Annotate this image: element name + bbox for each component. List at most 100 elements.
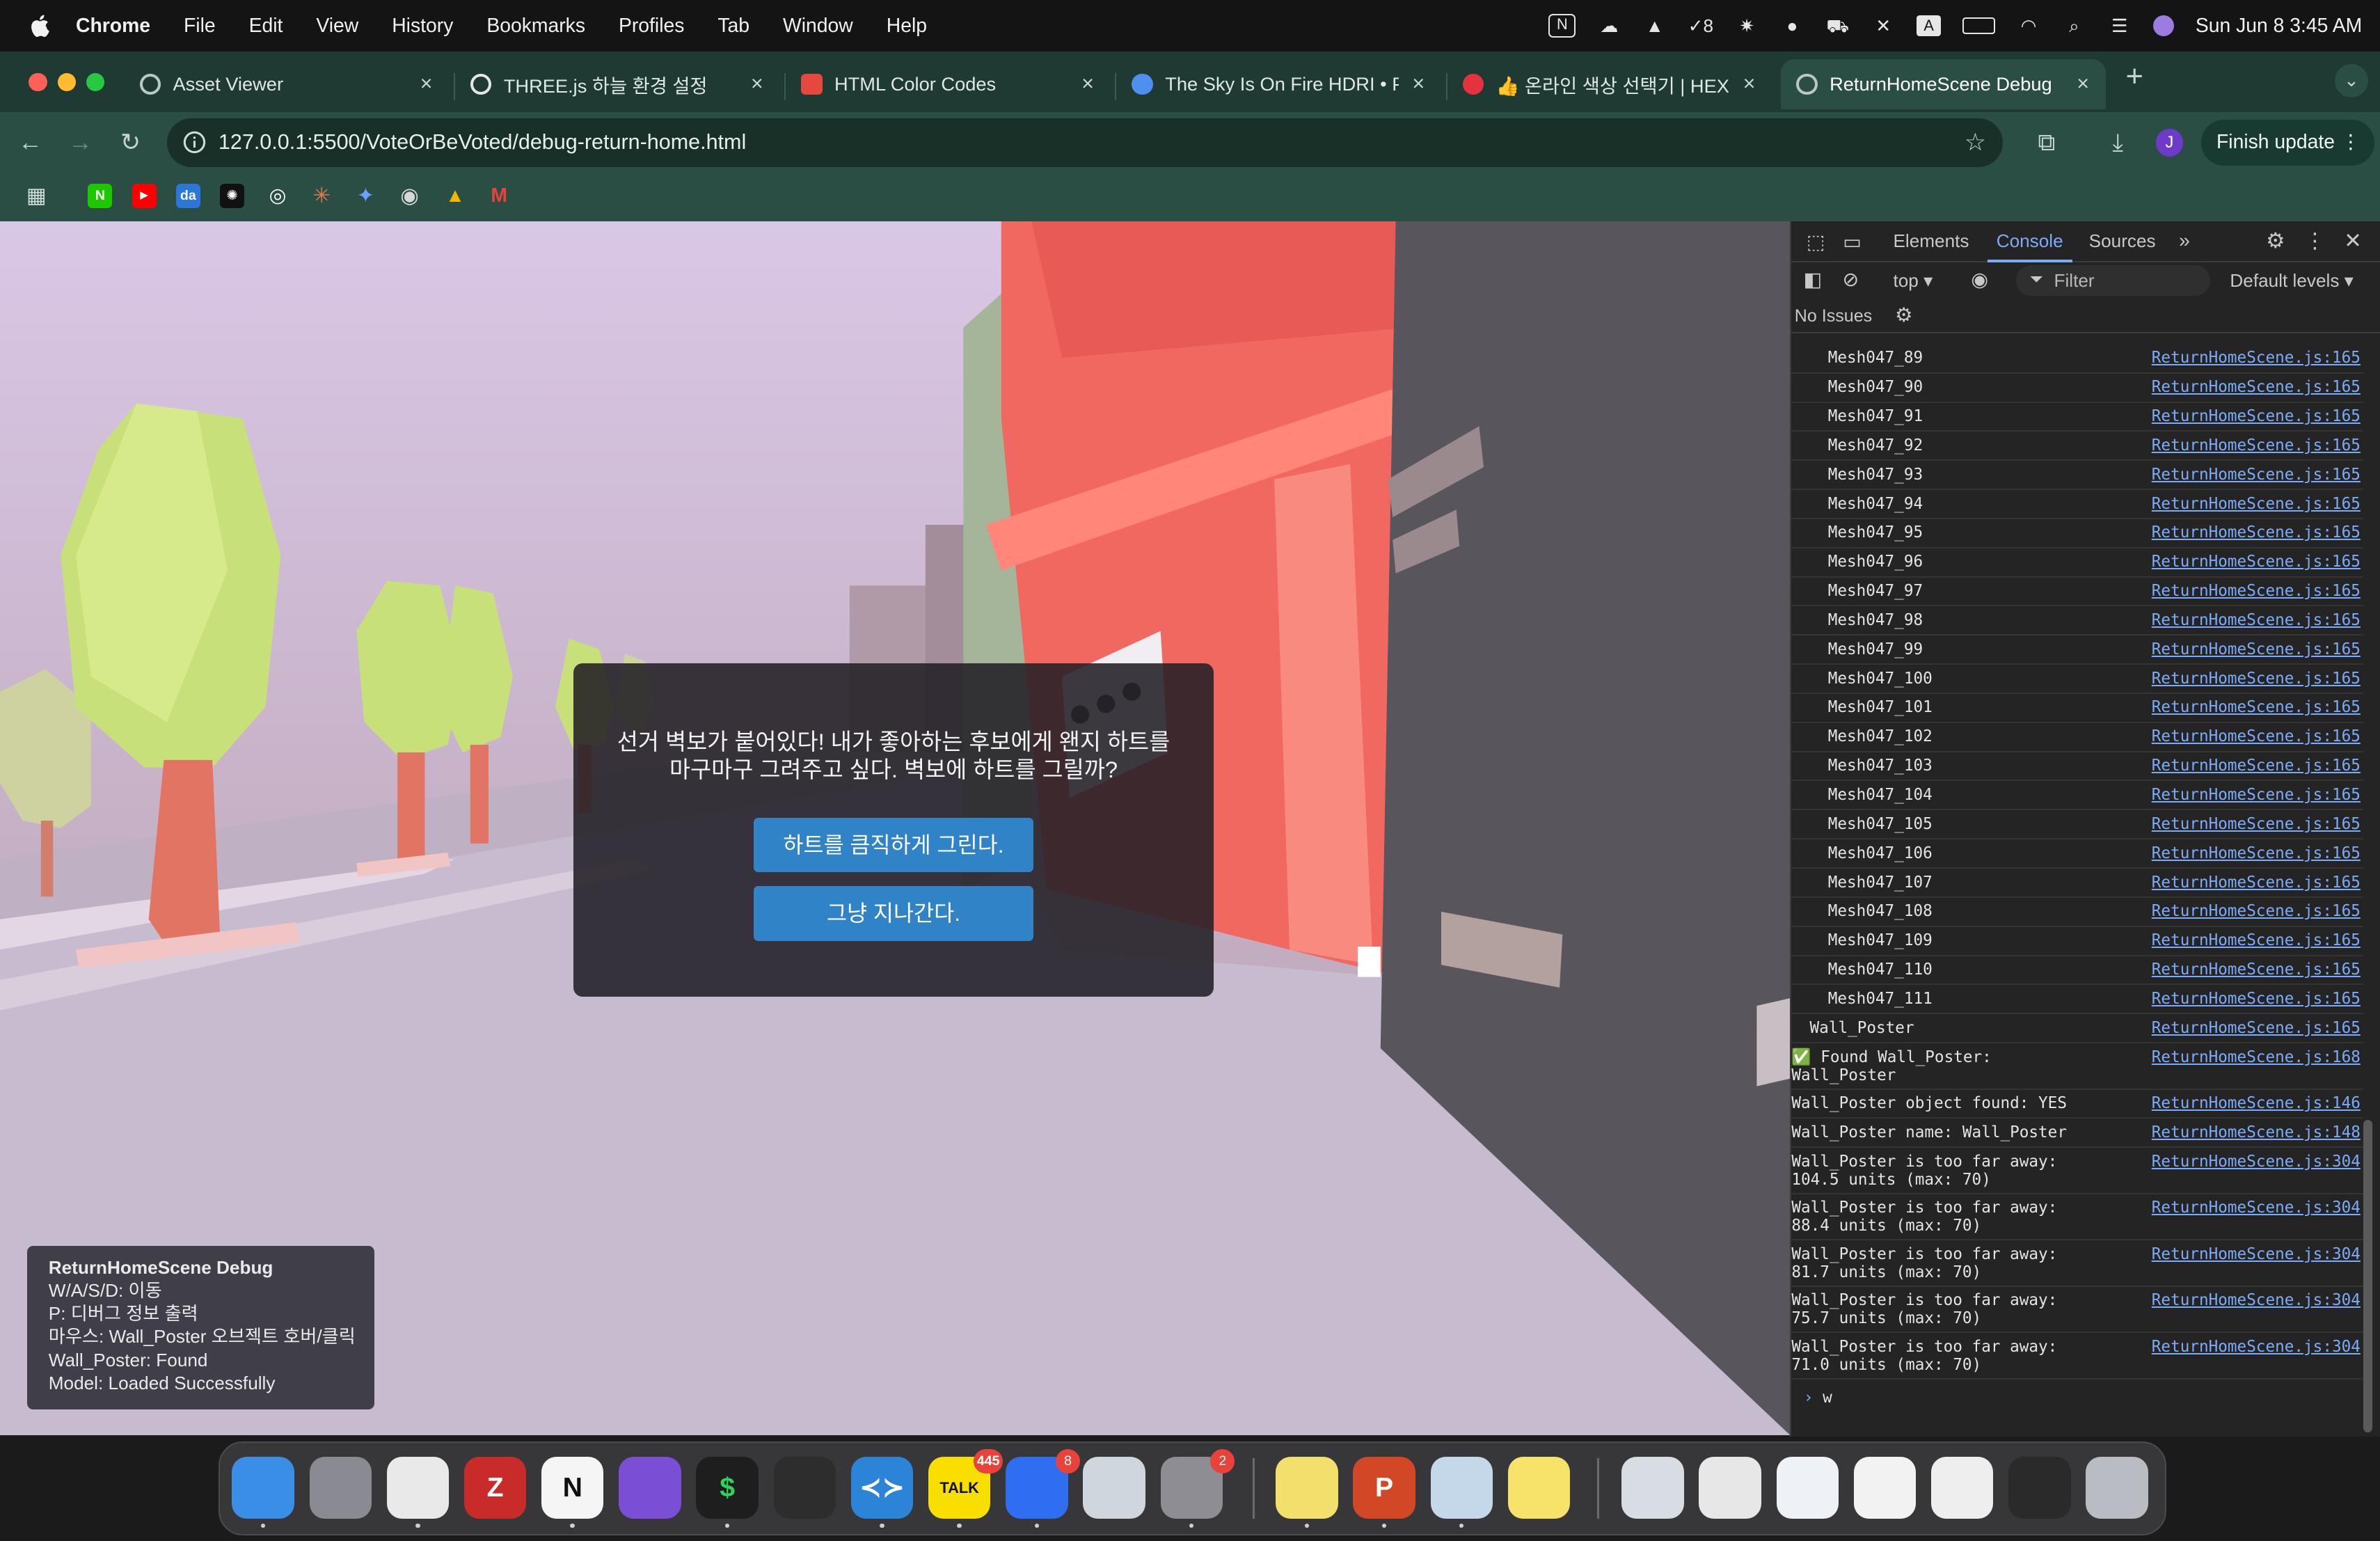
close-tab-icon[interactable]: × bbox=[415, 72, 437, 96]
new-tab-icon[interactable]: + bbox=[2119, 62, 2150, 93]
menu-bookmarks[interactable]: Bookmarks bbox=[486, 15, 585, 38]
pin-icon[interactable]: ✷ bbox=[1735, 15, 1759, 37]
console-source-link[interactable]: ReturnHomeScene.js:165 bbox=[2152, 582, 2361, 600]
system-settings-dock-icon[interactable]: 2 bbox=[1160, 1448, 1235, 1519]
menu-file[interactable]: File bbox=[184, 15, 216, 38]
spotlight-icon[interactable]: ⌕ bbox=[2062, 15, 2086, 37]
menu-window[interactable]: Window bbox=[783, 15, 853, 38]
close-tab-icon[interactable]: × bbox=[1408, 72, 1429, 96]
bookmark-star-icon[interactable]: ☆ bbox=[1960, 127, 1991, 158]
address-bar[interactable]: 127.0.0.1:5500/VoteOrBeVoted/debug-retur… bbox=[166, 118, 2003, 167]
bookmark-dark-icon[interactable]: ✺ bbox=[220, 183, 244, 208]
notion-dock-icon[interactable]: N bbox=[541, 1456, 604, 1519]
record-icon[interactable]: ● bbox=[1780, 15, 1804, 37]
tab-sources[interactable]: Sources bbox=[2089, 230, 2156, 252]
pass-by-button[interactable]: 그냥 지나간다. bbox=[754, 886, 1033, 941]
ticktick-dock-icon[interactable]: 8 bbox=[1006, 1448, 1080, 1519]
console-source-link[interactable]: ReturnHomeScene.js:165 bbox=[2152, 961, 2361, 979]
notion-tray-icon[interactable]: N bbox=[1548, 13, 1576, 38]
reload-icon[interactable]: ↻ bbox=[116, 127, 146, 158]
console-source-link[interactable]: ReturnHomeScene.js:165 bbox=[2152, 815, 2361, 833]
settings-gear-icon[interactable]: ⚙ bbox=[2260, 226, 2291, 257]
menu-history[interactable]: History bbox=[392, 15, 453, 38]
recent-2-dock-icon[interactable] bbox=[1699, 1456, 1761, 1519]
trash-dock-icon[interactable] bbox=[2086, 1456, 2148, 1519]
sidebar-toggle-icon[interactable]: ◧ bbox=[1798, 265, 1828, 296]
tab-html-color-codes[interactable]: HTML Color Codes × bbox=[786, 59, 1111, 109]
context-selector[interactable]: top ▾ bbox=[1893, 270, 1933, 292]
recent-1-dock-icon[interactable] bbox=[1621, 1456, 1684, 1519]
close-tab-icon[interactable]: × bbox=[1077, 72, 1099, 96]
console-source-link[interactable]: ReturnHomeScene.js:165 bbox=[2152, 844, 2361, 862]
console-source-link[interactable]: ReturnHomeScene.js:165 bbox=[2152, 407, 2361, 425]
console-source-link[interactable]: ReturnHomeScene.js:304 bbox=[2152, 1199, 2361, 1217]
console-source-link[interactable]: ReturnHomeScene.js:165 bbox=[2152, 495, 2361, 513]
vscode-dock-icon[interactable]: ≺≻ bbox=[850, 1456, 914, 1519]
console-source-link[interactable]: ReturnHomeScene.js:165 bbox=[2152, 698, 2361, 716]
obsidian-dock-icon[interactable] bbox=[619, 1456, 681, 1519]
log-levels-dropdown[interactable]: Default levels ▾ bbox=[2230, 270, 2353, 292]
minimize-window-button[interactable] bbox=[57, 72, 76, 91]
forward-icon[interactable]: → bbox=[65, 127, 96, 158]
zoom-window-button[interactable] bbox=[86, 72, 105, 91]
console-source-link[interactable]: ReturnHomeScene.js:165 bbox=[2152, 990, 2361, 1008]
bookmark-naver-icon[interactable]: N bbox=[88, 183, 113, 208]
back-icon[interactable]: ← bbox=[15, 127, 46, 158]
input-source-icon[interactable]: A bbox=[1917, 15, 1942, 37]
powerpoint-dock-icon[interactable]: P bbox=[1353, 1456, 1415, 1519]
menu-help[interactable]: Help bbox=[887, 15, 927, 38]
live-expression-eye-icon[interactable]: ◉ bbox=[1965, 265, 1995, 296]
console-settings-icon[interactable]: ⚙ bbox=[1889, 301, 1919, 331]
apple-icon[interactable] bbox=[27, 12, 54, 39]
inspect-element-icon[interactable]: ⬚ bbox=[1800, 228, 1831, 258]
console-source-link[interactable]: ReturnHomeScene.js:165 bbox=[2152, 874, 2361, 892]
console-source-link[interactable]: ReturnHomeScene.js:165 bbox=[2152, 902, 2361, 920]
menu-chrome[interactable]: Chrome bbox=[76, 15, 150, 38]
recent-4-dock-icon[interactable] bbox=[1853, 1456, 1917, 1519]
menu-edit[interactable]: Edit bbox=[249, 15, 283, 38]
wifi-icon[interactable]: ◠ bbox=[2017, 15, 2041, 37]
finish-update-button[interactable]: Finish update ⋮ bbox=[2201, 120, 2374, 166]
bookmark-dapi-icon[interactable]: da bbox=[175, 183, 200, 208]
console-source-link[interactable]: ReturnHomeScene.js:165 bbox=[2152, 349, 2361, 367]
close-tab-icon[interactable]: × bbox=[747, 72, 768, 96]
close-tab-icon[interactable]: × bbox=[1738, 72, 1760, 96]
terminal-dock-icon[interactable]: $ bbox=[696, 1456, 759, 1519]
launchpad-dock-icon[interactable] bbox=[309, 1456, 372, 1519]
menu-profiles[interactable]: Profiles bbox=[619, 15, 684, 38]
menubar-clock[interactable]: Sun Jun 8 3:45 AM bbox=[2196, 15, 2362, 38]
console-source-link[interactable]: ReturnHomeScene.js:304 bbox=[2152, 1291, 2361, 1309]
preview-dock-icon[interactable] bbox=[1430, 1456, 1493, 1519]
recent-3-dock-icon[interactable] bbox=[1776, 1456, 1839, 1519]
finder-dock-icon[interactable] bbox=[232, 1456, 294, 1519]
app-tray-icon[interactable]: ▲ bbox=[1642, 15, 1667, 37]
bookmark-gmail-icon[interactable]: M bbox=[487, 184, 511, 208]
draw-heart-button[interactable]: 하트를 큼직하게 그린다. bbox=[754, 818, 1033, 873]
tab-color-picker[interactable]: 👍 온라인 색상 선택기 | HEX 색상 × bbox=[1447, 59, 1772, 109]
siri-icon[interactable] bbox=[2152, 15, 2175, 37]
bookmark-globe-icon[interactable]: ◉ bbox=[397, 184, 422, 208]
console-source-link[interactable]: ReturnHomeScene.js:146 bbox=[2152, 1094, 2361, 1112]
console-source-link[interactable]: ReturnHomeScene.js:304 bbox=[2152, 1245, 2361, 1263]
bookmark-drive-icon[interactable]: ▲ bbox=[443, 184, 468, 208]
site-info-icon[interactable] bbox=[182, 130, 207, 155]
clear-console-icon[interactable]: ⊘ bbox=[1836, 265, 1866, 296]
console-source-link[interactable]: ReturnHomeScene.js:165 bbox=[2152, 378, 2361, 396]
console-source-link[interactable]: ReturnHomeScene.js:304 bbox=[2152, 1153, 2361, 1171]
menu-view[interactable]: View bbox=[316, 15, 358, 38]
mute-icon[interactable]: ✕ bbox=[1871, 15, 1896, 37]
console-filter-input[interactable]: ⏷ Filter bbox=[2016, 265, 2211, 297]
scene-viewport[interactable]: 선거 벽보가 붙어있다! 내가 좋아하는 후보에게 왠지 하트를 마구마구 그려… bbox=[0, 221, 1791, 1436]
url-text[interactable]: 127.0.0.1:5500/VoteOrBeVoted/debug-retur… bbox=[219, 130, 746, 155]
ticktick-tray-icon[interactable]: ✓8 bbox=[1688, 15, 1713, 37]
console-source-link[interactable]: ReturnHomeScene.js:168 bbox=[2152, 1048, 2361, 1066]
devtools-menu-icon[interactable]: ⋮ bbox=[2300, 226, 2331, 257]
notes-dock-icon[interactable] bbox=[1507, 1456, 1571, 1519]
cloud-icon[interactable]: ☁ bbox=[1597, 15, 1621, 37]
downloads-icon[interactable]: ⤓ bbox=[2102, 127, 2133, 158]
console-source-link[interactable]: ReturnHomeScene.js:165 bbox=[2152, 727, 2361, 745]
console-source-link[interactable]: ReturnHomeScene.js:165 bbox=[2152, 640, 2361, 658]
console-source-link[interactable]: ReturnHomeScene.js:148 bbox=[2152, 1123, 2361, 1141]
console-source-link[interactable]: ReturnHomeScene.js:165 bbox=[2152, 757, 2361, 775]
recent-5-dock-icon[interactable] bbox=[1930, 1456, 1994, 1519]
